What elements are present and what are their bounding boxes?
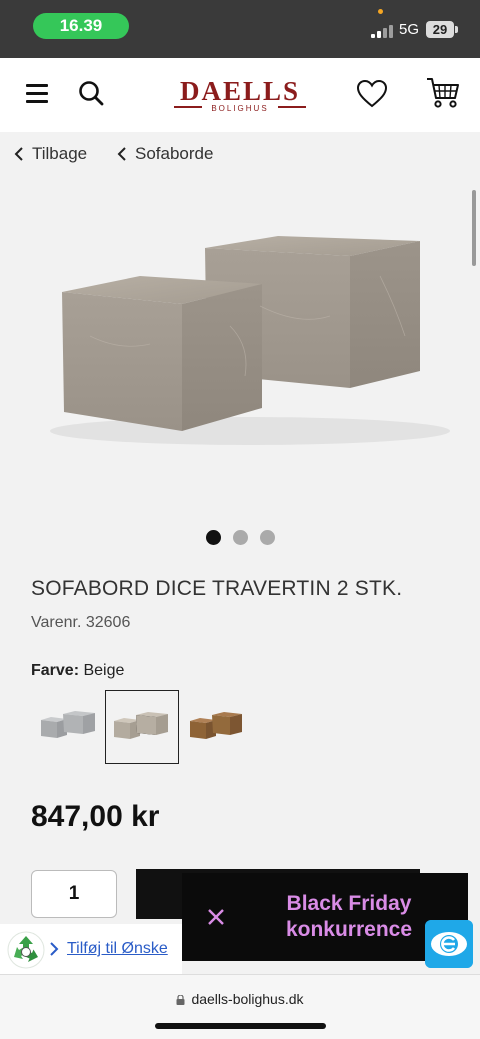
carousel-dot-1[interactable] (205, 530, 221, 545)
privacy-indicator-dot (378, 9, 383, 14)
category-link-label: Sofaborde (135, 144, 214, 163)
clock[interactable]: 16.39 (33, 13, 129, 39)
back-link-label: Tilbage (32, 144, 88, 163)
search-icon[interactable] (78, 80, 104, 106)
color-label-value: Beige (83, 662, 125, 679)
scrollbar[interactable] (472, 190, 476, 266)
wishlist-row: Tilføj til Ønske (0, 924, 182, 974)
logo-rule-left (174, 106, 202, 108)
e-mark-trust-badge-icon[interactable] (425, 920, 473, 968)
product-image-gallery[interactable] (0, 176, 480, 516)
product-title: SOFABORD DICE TRAVERTIN 2 STK. (31, 577, 403, 600)
menu-icon[interactable] (26, 84, 48, 103)
carousel-dot-2[interactable] (232, 530, 248, 545)
network-type: 5G (399, 21, 420, 38)
product-price: 847,00 kr (31, 800, 160, 833)
signal-strength-icon (371, 24, 395, 38)
site-logo[interactable]: DAELLS BOLIGHUS (170, 76, 310, 116)
recycle-badge-icon[interactable] (6, 930, 46, 970)
chevron-left-icon (117, 147, 126, 161)
color-label-key: Farve: (31, 662, 80, 679)
chevron-right-icon (50, 942, 59, 956)
lock-icon (176, 995, 185, 1005)
add-to-wishlist-link[interactable]: Tilføj til Ønske (67, 940, 168, 958)
home-indicator[interactable] (155, 1023, 326, 1029)
wishlist-heart-icon[interactable] (356, 79, 388, 109)
carousel-dots (0, 530, 480, 548)
site-header: DAELLS BOLIGHUS (0, 58, 480, 132)
color-swatch-beige-image (114, 712, 168, 739)
carousel-dot-3[interactable] (259, 530, 275, 545)
status-bar: 16.39 5G 29 (0, 0, 480, 58)
quantity-input[interactable]: 1 (31, 870, 117, 918)
logo-rule-right (278, 106, 306, 108)
back-link[interactable]: Tilbage (14, 144, 87, 164)
promo-line-1: Black Friday (286, 892, 412, 915)
color-label: Farve: Beige (31, 662, 124, 680)
promo-text: Black Friday konkurrence (274, 891, 424, 943)
product-image (50, 236, 450, 445)
chevron-left-icon (14, 147, 23, 161)
close-icon[interactable] (206, 907, 226, 927)
color-swatch-brown[interactable] (180, 690, 254, 764)
color-swatch-beige[interactable] (105, 690, 179, 764)
promo-line-2: konkurrence (285, 918, 413, 941)
browser-url-bar[interactable]: daells-bolighus.dk (0, 974, 480, 1039)
product-sku: Varenr. 32606 (31, 614, 131, 631)
url-text: daells-bolighus.dk (191, 991, 304, 1007)
shopping-cart-icon[interactable] (425, 76, 461, 110)
battery-tip (455, 26, 458, 33)
battery-icon: 29 (426, 21, 454, 38)
breadcrumb: Tilbage Sofaborde (0, 132, 480, 176)
logo-wordmark: DAELLS (179, 76, 301, 106)
category-link[interactable]: Sofaborde (117, 144, 213, 164)
url-display: daells-bolighus.dk (0, 991, 480, 1007)
color-swatch-grey[interactable] (31, 690, 105, 764)
